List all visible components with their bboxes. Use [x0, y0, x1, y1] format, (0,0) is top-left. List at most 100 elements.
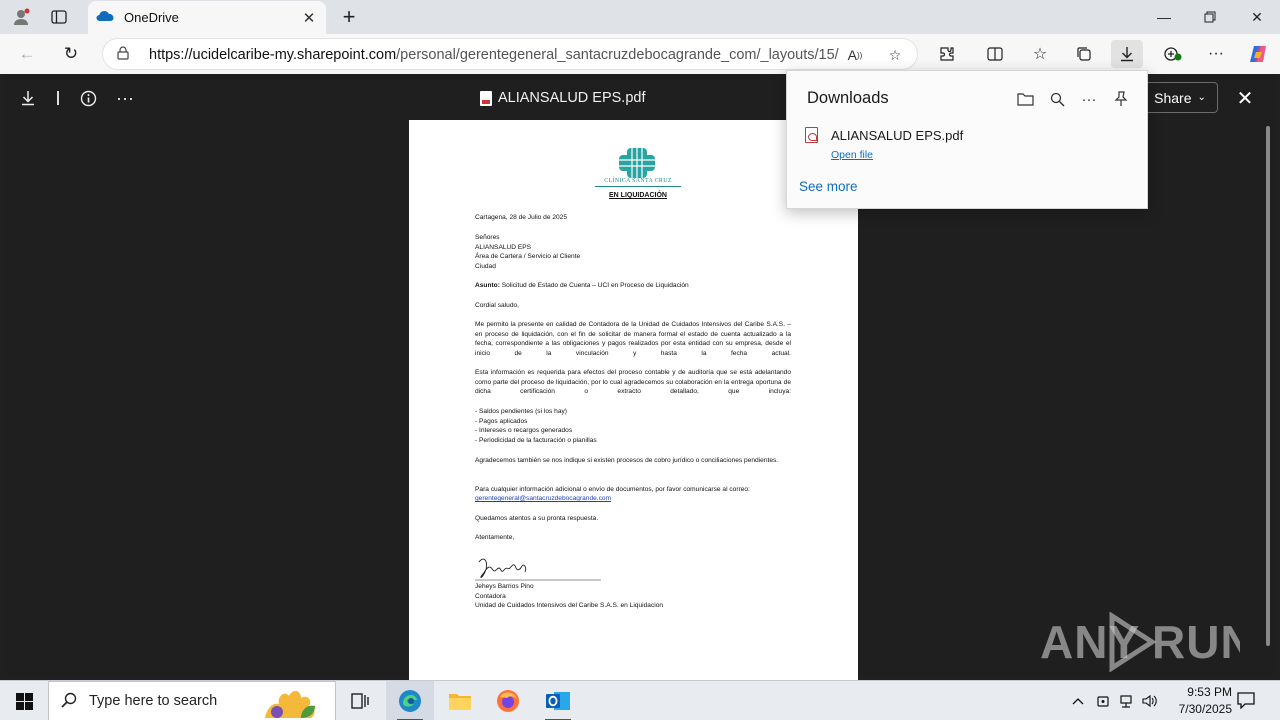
- share-label: Share: [1154, 89, 1192, 106]
- performance-icon[interactable]: [1157, 40, 1189, 68]
- recipient-line: ALIANSALUD EPS: [475, 243, 532, 251]
- list-item: - Pagos aplicados: [475, 417, 528, 425]
- split-screen-icon[interactable]: [979, 40, 1011, 68]
- favorites-icon[interactable]: ☆: [1024, 40, 1056, 68]
- profile-icon[interactable]: [8, 5, 34, 29]
- svg-text:RUN: RUN: [1152, 616, 1240, 668]
- system-clock[interactable]: 9:53 PM 7/30/2025: [1162, 684, 1232, 718]
- document-title: ALIANSALUD EPS.pdf: [480, 90, 646, 106]
- downloads-title: Downloads: [807, 89, 889, 107]
- tab-title: OneDrive: [124, 10, 179, 25]
- collections-icon[interactable]: [1068, 40, 1100, 68]
- firefox-icon: [497, 690, 519, 712]
- outlook-icon: [546, 692, 570, 710]
- more-options-icon[interactable]: ···: [1077, 87, 1101, 111]
- close-viewer-icon[interactable]: ✕: [1232, 86, 1258, 110]
- closing-salutation: Atentamente,: [475, 534, 515, 541]
- taskbar-search[interactable]: Type here to search: [48, 681, 336, 720]
- signer-block: Jeheys Barrios Pino Contadora Unidad de …: [475, 582, 791, 611]
- firefox-button[interactable]: [484, 681, 532, 720]
- share-button[interactable]: Share ⌄: [1142, 82, 1218, 113]
- favorite-star-icon[interactable]: ☆: [883, 44, 907, 66]
- scrollbar[interactable]: [1266, 126, 1270, 646]
- subject-line: Asunto: Solicitud de Estado de Cuenta – …: [475, 281, 791, 291]
- edge-taskbar-button[interactable]: [386, 681, 434, 720]
- list-item: - Intereses o recargos generados: [475, 427, 573, 435]
- chevron-up-icon[interactable]: [1068, 691, 1088, 711]
- back-button[interactable]: ←: [12, 40, 42, 68]
- more-options-icon[interactable]: ···: [116, 88, 134, 108]
- greeting: Cordial saludo,: [475, 302, 519, 309]
- tab-actions-icon[interactable]: [46, 5, 72, 29]
- clock-date: 7/30/2025: [1178, 702, 1232, 716]
- bullet-list: - Saldos pendientes (si los hay) - Pagos…: [475, 407, 791, 445]
- outlook-button[interactable]: [534, 681, 582, 720]
- search-icon: [61, 692, 77, 713]
- signer-name: Jeheys Barrios Pino: [475, 583, 534, 590]
- close-tab-icon[interactable]: ✕: [298, 7, 320, 29]
- clinica-logo: [619, 148, 655, 178]
- liquidation-status: EN LIQUIDACIÓN: [609, 192, 667, 199]
- recipient-block: Señores ALIANSALUD EPS Área de Cartera /…: [475, 233, 791, 271]
- file-explorer-button[interactable]: [436, 681, 484, 720]
- subject-label: Asunto:: [475, 282, 500, 289]
- recipient-line: Ciudad: [475, 262, 496, 270]
- network-status-icon[interactable]: [1093, 691, 1113, 711]
- restore-button[interactable]: [1187, 0, 1233, 34]
- refresh-button[interactable]: ↻: [56, 40, 86, 68]
- url-text[interactable]: https://ucidelcaribe-my.sharepoint.com/p…: [149, 47, 839, 63]
- extensions-icon[interactable]: [931, 40, 963, 68]
- downloads-panel: Downloads ··· ALIANSALUD EPS.pdf Open fi…: [786, 70, 1148, 209]
- pdf-file-icon: [805, 127, 818, 143]
- email-link[interactable]: gerentegeneral@santacruzdebocagrande.com: [475, 495, 611, 502]
- pin-icon[interactable]: [1109, 87, 1133, 111]
- pdf-file-icon: [480, 90, 492, 106]
- info-icon[interactable]: [80, 88, 97, 108]
- logo-text: CLÍNICA SANTA CRUZ: [595, 177, 681, 187]
- read-aloud-icon[interactable]: A)): [843, 44, 867, 66]
- document-title-text: ALIANSALUD EPS.pdf: [498, 90, 646, 106]
- start-button[interactable]: [0, 681, 48, 720]
- paragraph-2: Esta información es requerida para efect…: [475, 369, 791, 396]
- letter-date: Cartagena, 28 de Julio de 2025: [475, 214, 568, 221]
- address-bar[interactable]: https://ucidelcaribe-my.sharepoint.com/p…: [102, 38, 918, 70]
- windows-icon: [15, 692, 33, 710]
- taskbar: Type here to search 9:53 PM 7/30/2025: [0, 680, 1280, 720]
- browser-toolbar: ← ↻ https://ucidelcaribe-my.sharepoint.c…: [0, 34, 1280, 74]
- folder-icon: [449, 694, 471, 710]
- clock-time: 9:53 PM: [1187, 685, 1232, 699]
- search-placeholder: Type here to search: [89, 693, 218, 709]
- see-more-link[interactable]: See more: [799, 179, 858, 194]
- recipient-line: Señores: [475, 234, 500, 241]
- tab-onedrive[interactable]: OneDrive ✕: [88, 1, 326, 34]
- wired-network-icon[interactable]: [1116, 691, 1136, 711]
- close-window-button[interactable]: ✕: [1234, 0, 1280, 34]
- download-icon[interactable]: [20, 88, 36, 108]
- signature: [475, 558, 601, 581]
- lock-icon[interactable]: [117, 46, 129, 63]
- toolbar-divider: [56, 88, 60, 108]
- volume-icon[interactable]: [1140, 691, 1160, 711]
- edge-icon: [399, 690, 421, 712]
- subject-text: Solicitud de Estado de Cuenta – UCI en P…: [499, 282, 689, 289]
- more-menu-icon[interactable]: ···: [1200, 40, 1232, 68]
- copilot-icon[interactable]: [1242, 40, 1274, 68]
- onedrive-icon: [96, 9, 114, 27]
- notification-icon[interactable]: [1236, 691, 1258, 711]
- search-highlight-image: [265, 690, 315, 718]
- paragraph-3: Agradecemos también se nos indique si ex…: [475, 457, 779, 464]
- task-view-button[interactable]: [336, 681, 384, 720]
- list-item: - Saldos pendientes (si los hay): [475, 408, 567, 415]
- download-file-name[interactable]: ALIANSALUD EPS.pdf: [831, 128, 963, 143]
- chevron-down-icon: ⌄: [1197, 92, 1206, 103]
- minimize-button[interactable]: —: [1141, 0, 1187, 34]
- list-item: - Periodicidad de la facturación o plani…: [475, 436, 597, 444]
- search-icon[interactable]: [1045, 87, 1069, 111]
- signer-role: Contadora: [475, 592, 506, 600]
- paragraph-1: Me permito la presente en calidad de Con…: [475, 321, 791, 357]
- open-folder-icon[interactable]: [1013, 87, 1037, 111]
- tab-bar: OneDrive ✕ + — ✕: [0, 0, 1280, 34]
- open-file-link[interactable]: Open file: [831, 149, 873, 161]
- new-tab-button[interactable]: +: [336, 4, 362, 29]
- downloads-icon[interactable]: [1111, 40, 1143, 68]
